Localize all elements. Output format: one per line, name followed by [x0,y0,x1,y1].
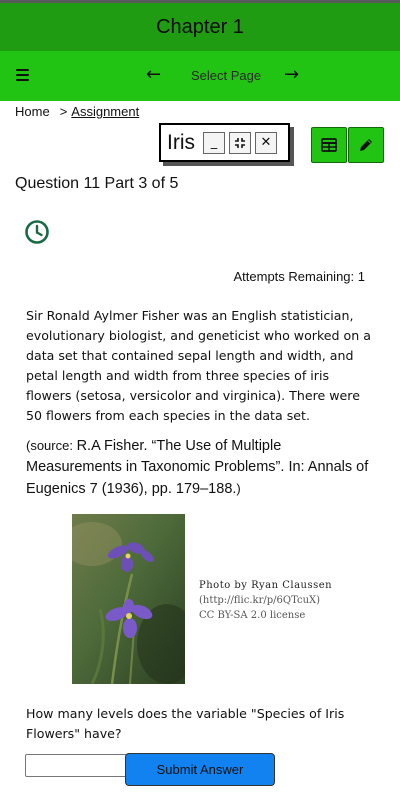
chapter-header: Chapter 1 [0,3,400,51]
collapse-icon [235,137,245,148]
submit-answer-button[interactable]: Submit Answer [125,753,275,786]
page-navigation-bar: ← Select Page → [0,51,400,101]
minimize-window-button[interactable]: _ [203,131,225,154]
select-page-button[interactable]: Select Page [191,68,261,83]
source-suffix: ) [236,481,241,496]
iris-flower-photo [72,514,185,684]
photo-credit-link[interactable]: (http://flic.kr/p/6QTcuX) [199,593,332,608]
photo-credit: Photo by Ryan Claussen (http://flic.kr/p… [199,578,332,623]
chapter-title: Chapter 1 [156,15,244,38]
collapse-window-button[interactable] [229,131,251,154]
source-citation: (source: R.A Fisher. “The Use of Multipl… [26,435,380,500]
data-table-button[interactable] [311,127,347,163]
photo-credit-author: Photo by Ryan Claussen [199,580,333,591]
breadcrumb-assignment-link[interactable]: Assignment [71,104,139,119]
next-page-arrow-icon[interactable]: → [284,64,299,85]
source-reference: R.A Fisher. “The Use of Multiple Measure… [26,438,369,497]
close-window-button[interactable]: ✕ [255,131,277,154]
question-title: Question 11 Part 3 of 5 [15,175,179,192]
iris-window-title: Iris [167,130,195,154]
question-prompt: How many levels does the variable "Speci… [26,706,345,741]
clock-icon [25,220,49,244]
question-description: Sir Ronald Aylmer Fisher was an English … [26,308,371,423]
photo-credit-license: CC BY-SA 2.0 license [199,610,306,621]
breadcrumb-home-link[interactable]: Home [15,104,50,119]
hamburger-menu-icon[interactable] [16,66,34,86]
breadcrumb-separator: > [59,104,68,119]
previous-page-arrow-icon[interactable]: ← [146,64,161,85]
pencil-icon [360,139,372,151]
table-icon [321,138,337,152]
attempts-remaining: Attempts Remaining: 1 [233,269,365,284]
breadcrumb: Home > Assignment [15,104,139,119]
annotate-pencil-button[interactable] [348,127,384,163]
answer-input[interactable] [25,754,127,777]
iris-data-popup-window[interactable]: Iris _ ✕ [159,123,290,162]
source-prefix: (source: [26,438,77,453]
